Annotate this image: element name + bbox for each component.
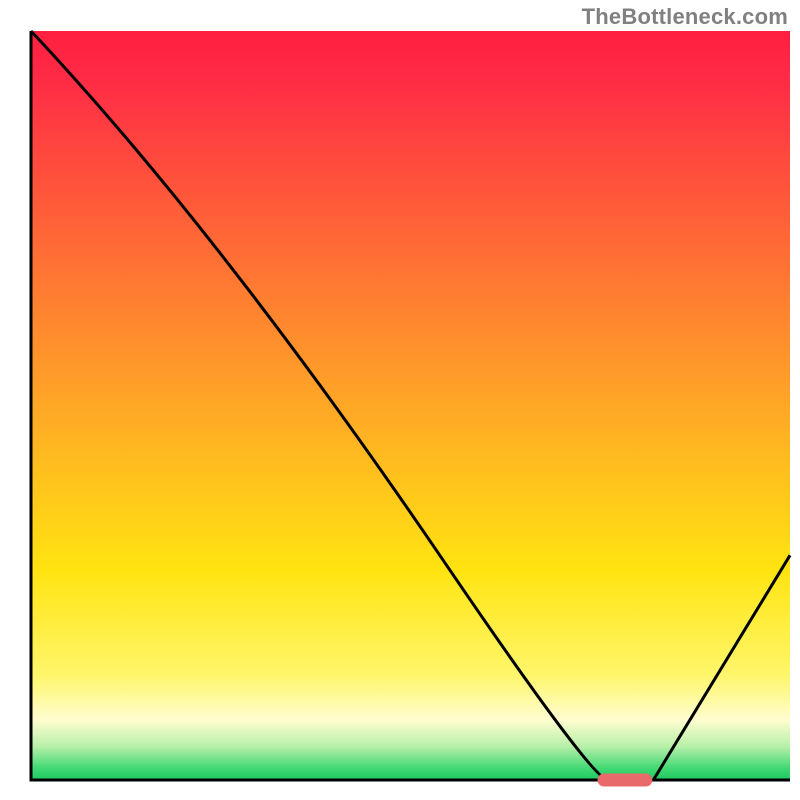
- plot-background: [31, 31, 790, 780]
- watermark-text: TheBottleneck.com: [582, 4, 788, 30]
- bottleneck-chart: TheBottleneck.com: [0, 0, 800, 800]
- chart-svg: [0, 0, 800, 800]
